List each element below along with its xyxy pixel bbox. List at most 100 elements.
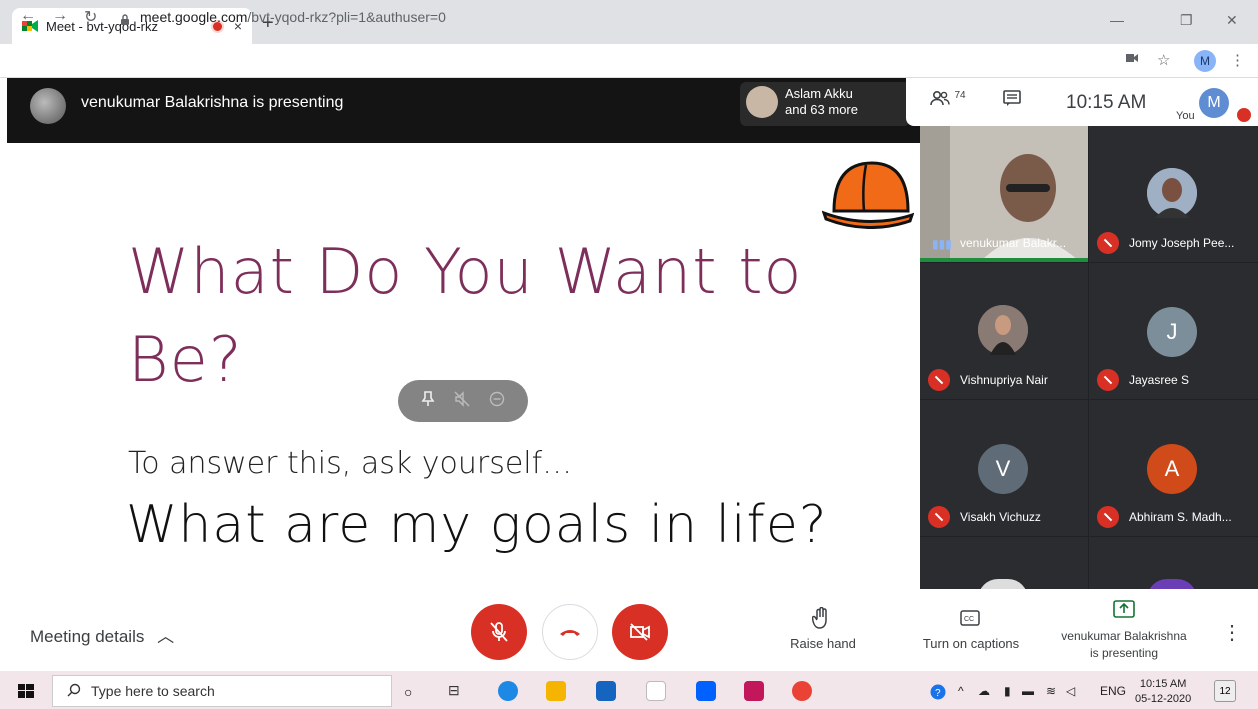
- restore-button[interactable]: ❐: [1180, 12, 1193, 29]
- chrome-icon[interactable]: [792, 681, 812, 701]
- you-label: You: [1176, 110, 1195, 122]
- meeting-details-button[interactable]: Meeting details ︿: [30, 622, 174, 647]
- minimize-button[interactable]: —: [1110, 12, 1124, 28]
- people-count: 74: [954, 90, 966, 101]
- remove-icon[interactable]: [489, 391, 505, 412]
- slide-question: What are my goals in life?: [126, 495, 828, 555]
- mail-icon[interactable]: [596, 681, 616, 701]
- more-options-icon[interactable]: ⋮: [1222, 620, 1242, 645]
- participant-avatar: [978, 305, 1028, 355]
- presentation-overlay-controls: [398, 380, 528, 422]
- cortana-icon[interactable]: ○: [404, 684, 412, 700]
- forward-arrow-icon[interactable]: →: [52, 7, 68, 25]
- self-muted-icon: [1237, 108, 1251, 122]
- svg-text:?: ?: [935, 688, 941, 699]
- muted-icon: [1097, 506, 1119, 528]
- people-icon: [930, 91, 954, 108]
- show-hidden-icons-icon[interactable]: ^: [958, 684, 964, 698]
- file-explorer-icon[interactable]: [546, 681, 566, 701]
- other-participants-text: Aslam Akku and 63 more: [785, 86, 858, 118]
- back-arrow-icon[interactable]: ←: [20, 7, 36, 25]
- windows-start-icon[interactable]: [18, 684, 34, 703]
- volume-icon[interactable]: ◁: [1066, 684, 1075, 698]
- pin-icon[interactable]: [421, 390, 435, 412]
- reload-icon[interactable]: ↻: [84, 7, 97, 27]
- chat-icon[interactable]: [1003, 90, 1021, 111]
- camera-off-button[interactable]: [612, 604, 668, 660]
- wifi-icon[interactable]: ≋: [1046, 684, 1056, 698]
- others-name: Aslam Akku: [785, 86, 853, 101]
- participant-tile-video[interactable]: ▮▮▮ venukumar Balakr...: [920, 126, 1088, 262]
- turn-on-captions-label[interactable]: Turn on captions: [912, 636, 1030, 651]
- slide-title-line1: What Do You Want to: [128, 235, 803, 308]
- edge-browser-icon[interactable]: [498, 681, 518, 701]
- self-avatar[interactable]: M: [1199, 88, 1229, 118]
- taskbar-clock[interactable]: 10:15 AM 05-12-2020: [1135, 677, 1191, 707]
- muted-icon: [928, 369, 950, 391]
- participant-tile[interactable]: [920, 537, 1088, 599]
- present-screen-icon[interactable]: [1113, 600, 1135, 623]
- hang-up-icon: [560, 630, 580, 636]
- profile-avatar[interactable]: M: [1194, 50, 1216, 72]
- notifications-icon[interactable]: 12: [1214, 680, 1236, 702]
- amazon-icon[interactable]: [646, 681, 666, 701]
- muted-icon: [1097, 232, 1119, 254]
- slide-title: What Do You Want to Be?: [128, 228, 802, 404]
- app-icon[interactable]: [744, 681, 764, 701]
- url-domain: meet.google.com: [140, 9, 248, 25]
- help-icon[interactable]: ?: [930, 684, 946, 703]
- taskbar-search-input[interactable]: Type here to search: [52, 675, 392, 707]
- meeting-details-label: Meeting details: [30, 627, 145, 646]
- participant-avatar: [746, 86, 778, 118]
- address-bar: [0, 44, 1258, 78]
- participant-name: Vishnupriya Nair: [960, 373, 1048, 387]
- presenting-status-line1: venukumar Balakrishna: [1061, 629, 1187, 643]
- presenting-status[interactable]: venukumar Balakrishna is presenting: [1048, 628, 1200, 662]
- captions-icon[interactable]: CC: [960, 610, 980, 631]
- mute-speaker-icon[interactable]: [454, 390, 470, 412]
- screen: Meet - bvt-yqod-rkz × + — ❐ ✕ ← → ↻ meet…: [0, 0, 1258, 709]
- window-close-button[interactable]: ✕: [1226, 12, 1238, 29]
- participant-avatar: V: [978, 444, 1028, 494]
- presenter-avatar: [30, 88, 66, 124]
- lock-icon: [120, 12, 130, 25]
- onedrive-icon[interactable]: ☁: [978, 684, 990, 698]
- participant-tile[interactable]: Vishnupriya Nair: [920, 263, 1088, 399]
- taskbar-date: 05-12-2020: [1135, 693, 1192, 705]
- battery-icon[interactable]: ▬: [1022, 684, 1034, 698]
- participant-tile[interactable]: A Abhiram S. Madh...: [1089, 400, 1258, 536]
- hard-hat-icon: [822, 161, 914, 229]
- slide-subtitle: To answer this, ask yourself…: [128, 446, 573, 481]
- camera-off-icon: [630, 623, 650, 641]
- search-placeholder: Type here to search: [91, 683, 215, 699]
- chevron-up-icon: ︿: [157, 627, 175, 646]
- participant-tile[interactable]: Jomy Joseph Pee...: [1089, 126, 1258, 262]
- participant-name: venukumar Balakr...: [960, 236, 1067, 250]
- muted-icon: [1097, 369, 1119, 391]
- leave-call-button[interactable]: [542, 604, 598, 660]
- participant-name: Jomy Joseph Pee...: [1129, 236, 1235, 250]
- camera-icon[interactable]: [1126, 50, 1138, 67]
- participant-tile[interactable]: J Jayasree S: [1089, 263, 1258, 399]
- participant-tile[interactable]: [1089, 537, 1258, 599]
- taskbar-time: 10:15 AM: [1139, 678, 1187, 690]
- speaking-indicator-icon: ▮▮▮: [932, 237, 952, 251]
- microphone-off-icon: [490, 622, 508, 642]
- url-field[interactable]: meet.google.com/bvt-yqod-rkz?pli=1&authu…: [120, 9, 446, 25]
- participant-tile[interactable]: V Visakh Vichuzz: [920, 400, 1088, 536]
- microphone-tray-icon[interactable]: ▮: [1004, 684, 1011, 698]
- raise-hand-label[interactable]: Raise hand: [785, 636, 861, 651]
- language-indicator[interactable]: ENG: [1100, 684, 1126, 698]
- others-more: and 63 more: [785, 102, 858, 117]
- presenting-banner: venukumar Balakrishna is presenting: [81, 94, 344, 111]
- microphone-off-button[interactable]: [471, 604, 527, 660]
- dropbox-icon[interactable]: [696, 681, 716, 701]
- raise-hand-icon[interactable]: [811, 606, 830, 634]
- people-button[interactable]: 74: [930, 90, 966, 109]
- participant-name: Abhiram S. Madh...: [1129, 510, 1232, 524]
- bookmark-star-icon[interactable]: ☆: [1157, 51, 1170, 69]
- task-view-icon[interactable]: ⊟: [448, 682, 460, 699]
- participant-avatar: J: [1147, 307, 1197, 357]
- browser-menu-icon[interactable]: ⋮: [1230, 51, 1245, 69]
- participant-name: Jayasree S: [1129, 373, 1190, 387]
